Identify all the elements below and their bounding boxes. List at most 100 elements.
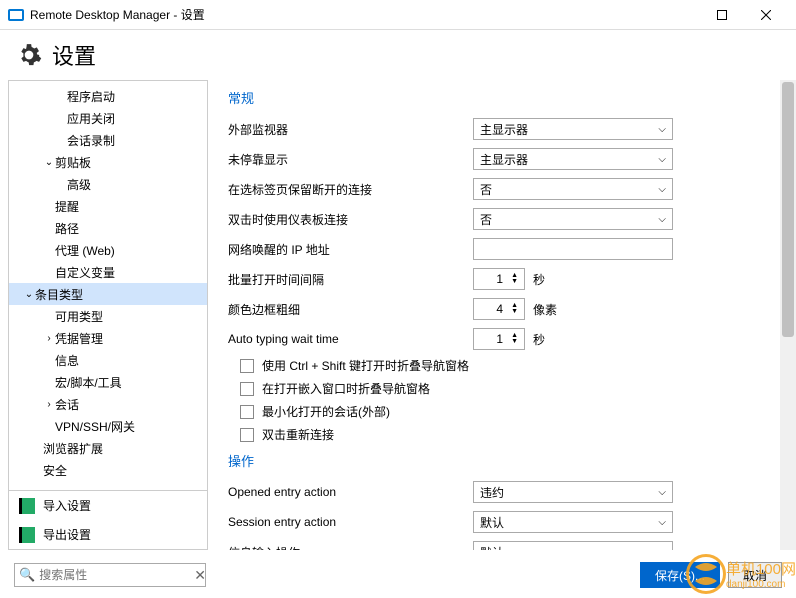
tree-item-0[interactable]: 程序启动 <box>9 85 207 107</box>
chevron-down-icon: ⌵ <box>658 517 666 528</box>
tree-label: 代理 (Web) <box>55 242 115 259</box>
form-row: 颜色边框粗细4▲▼像素 <box>228 297 784 321</box>
import-settings-button[interactable]: 导入设置 <box>9 491 207 520</box>
form-label: Auto typing wait time <box>228 332 473 346</box>
form-row: Session entry action默认⌵ <box>228 510 784 534</box>
tree-label: 剪贴板 <box>55 154 91 171</box>
checkbox-2[interactable] <box>240 405 254 419</box>
sidebar: 程序启动应用关闭会话录制⌄剪贴板高级提醒路径代理 (Web)自定义变量⌄条目类型… <box>8 80 208 550</box>
form-row: 双击时使用仪表板连接否⌵ <box>228 207 784 231</box>
search-input[interactable] <box>39 568 194 582</box>
select-rows2-2[interactable]: 默认⌵ <box>473 541 673 550</box>
form-label: 双击时使用仪表板连接 <box>228 211 473 228</box>
tree-item-12[interactable]: 信息 <box>9 349 207 371</box>
tree-label: 信息 <box>55 352 79 369</box>
checkbox-row-3: 双击重新连接 <box>240 426 784 443</box>
tree-label: 可用类型 <box>55 308 103 325</box>
maximize-button[interactable] <box>700 1 744 29</box>
form-row: 网络唤醒的 IP 地址 <box>228 237 784 261</box>
tree-item-14[interactable]: ›会话 <box>9 393 207 415</box>
page-title: 设置 <box>52 39 96 71</box>
tree-item-6[interactable]: 路径 <box>9 217 207 239</box>
form-label: Session entry action <box>228 515 473 529</box>
chevron-icon: › <box>43 399 55 410</box>
export-settings-button[interactable]: 导出设置 <box>9 520 207 549</box>
import-label: 导入设置 <box>43 497 91 514</box>
tree-item-15[interactable]: VPN/SSH/网关 <box>9 415 207 437</box>
form-row: Auto typing wait time1▲▼秒 <box>228 327 784 351</box>
checkbox-label: 在打开嵌入窗口时折叠导航窗格 <box>262 380 430 397</box>
form-label: 外部监视器 <box>228 121 473 138</box>
page-header: 设置 <box>0 30 796 80</box>
tree-item-16[interactable]: 浏览器扩展 <box>9 437 207 459</box>
tree-label: 路径 <box>55 220 79 237</box>
gear-icon <box>16 42 42 68</box>
export-label: 导出设置 <box>43 526 91 543</box>
tree-label: 会话 <box>55 396 79 413</box>
scroll-thumb[interactable] <box>782 82 794 337</box>
tree-label: 宏/脚本/工具 <box>55 374 122 391</box>
chevron-icon: › <box>43 333 55 344</box>
tree-item-2[interactable]: 会话录制 <box>9 129 207 151</box>
form-row: Opened entry action违约⌵ <box>228 480 784 504</box>
chevron-icon: ⌄ <box>43 157 55 168</box>
spinner-rows1-6[interactable]: 4▲▼ <box>473 298 525 320</box>
form-row: 未停靠显示主显示器⌵ <box>228 147 784 171</box>
unit-label: 像素 <box>533 301 557 318</box>
form-row: 信息输入操作默认⌵ <box>228 540 784 550</box>
chevron-icon: ⌄ <box>23 289 35 300</box>
tree-item-5[interactable]: 提醒 <box>9 195 207 217</box>
close-button[interactable] <box>744 1 788 29</box>
select-rows1-3[interactable]: 否⌵ <box>473 208 673 230</box>
nav-tree: 程序启动应用关闭会话录制⌄剪贴板高级提醒路径代理 (Web)自定义变量⌄条目类型… <box>9 81 207 490</box>
form-label: 在选标签页保留断开的连接 <box>228 181 473 198</box>
titlebar: Remote Desktop Manager - 设置 <box>0 0 796 30</box>
clear-search-icon[interactable]: ✕ <box>194 567 206 584</box>
tree-label: 条目类型 <box>35 286 83 303</box>
tree-label: 应用关闭 <box>67 110 115 127</box>
tree-item-11[interactable]: ›凭据管理 <box>9 327 207 349</box>
tree-item-10[interactable]: 可用类型 <box>9 305 207 327</box>
content-panel: 常规 外部监视器主显示器⌵未停靠显示主显示器⌵在选标签页保留断开的连接否⌵双击时… <box>216 80 796 550</box>
tree-item-13[interactable]: 宏/脚本/工具 <box>9 371 207 393</box>
spinner-rows1-7[interactable]: 1▲▼ <box>473 328 525 350</box>
tree-item-9[interactable]: ⌄条目类型 <box>9 283 207 305</box>
tree-item-7[interactable]: 代理 (Web) <box>9 239 207 261</box>
search-wrap: 🔍 ✕ <box>14 563 206 587</box>
tree-item-4[interactable]: 高级 <box>9 173 207 195</box>
input-rows1-4[interactable] <box>473 238 673 260</box>
select-rows1-2[interactable]: 否⌵ <box>473 178 673 200</box>
checkbox-label: 双击重新连接 <box>262 426 334 443</box>
search-icon: 🔍 <box>19 567 35 583</box>
spinner-arrows-icon: ▲▼ <box>511 303 518 315</box>
tree-label: 高级 <box>67 176 91 193</box>
tree-item-3[interactable]: ⌄剪贴板 <box>9 151 207 173</box>
content-scrollbar[interactable] <box>780 80 796 550</box>
checkbox-row-0: 使用 Ctrl + Shift 键打开时折叠导航窗格 <box>240 357 784 374</box>
cancel-button[interactable]: 取消 <box>728 562 782 588</box>
minimize-button[interactable] <box>656 1 700 29</box>
select-rows1-0[interactable]: 主显示器⌵ <box>473 118 673 140</box>
tree-label: VPN/SSH/网关 <box>55 418 135 435</box>
checkbox-1[interactable] <box>240 382 254 396</box>
select-rows2-0[interactable]: 违约⌵ <box>473 481 673 503</box>
tree-label: 安全 <box>43 462 67 479</box>
window-title: Remote Desktop Manager - 设置 <box>30 6 656 23</box>
checkbox-row-1: 在打开嵌入窗口时折叠导航窗格 <box>240 380 784 397</box>
save-button[interactable]: 保存(S)... <box>640 562 720 588</box>
form-label: 网络唤醒的 IP 地址 <box>228 241 473 258</box>
tree-item-8[interactable]: 自定义变量 <box>9 261 207 283</box>
export-icon <box>19 527 35 543</box>
unit-label: 秒 <box>533 271 545 288</box>
checkbox-0[interactable] <box>240 359 254 373</box>
form-label: Opened entry action <box>228 485 473 499</box>
form-label: 批量打开时间间隔 <box>228 271 473 288</box>
select-rows2-1[interactable]: 默认⌵ <box>473 511 673 533</box>
tree-item-17[interactable]: 安全 <box>9 459 207 481</box>
chevron-down-icon: ⌵ <box>658 184 666 195</box>
form-row: 外部监视器主显示器⌵ <box>228 117 784 141</box>
select-rows1-1[interactable]: 主显示器⌵ <box>473 148 673 170</box>
checkbox-3[interactable] <box>240 428 254 442</box>
tree-item-1[interactable]: 应用关闭 <box>9 107 207 129</box>
spinner-rows1-5[interactable]: 1▲▼ <box>473 268 525 290</box>
